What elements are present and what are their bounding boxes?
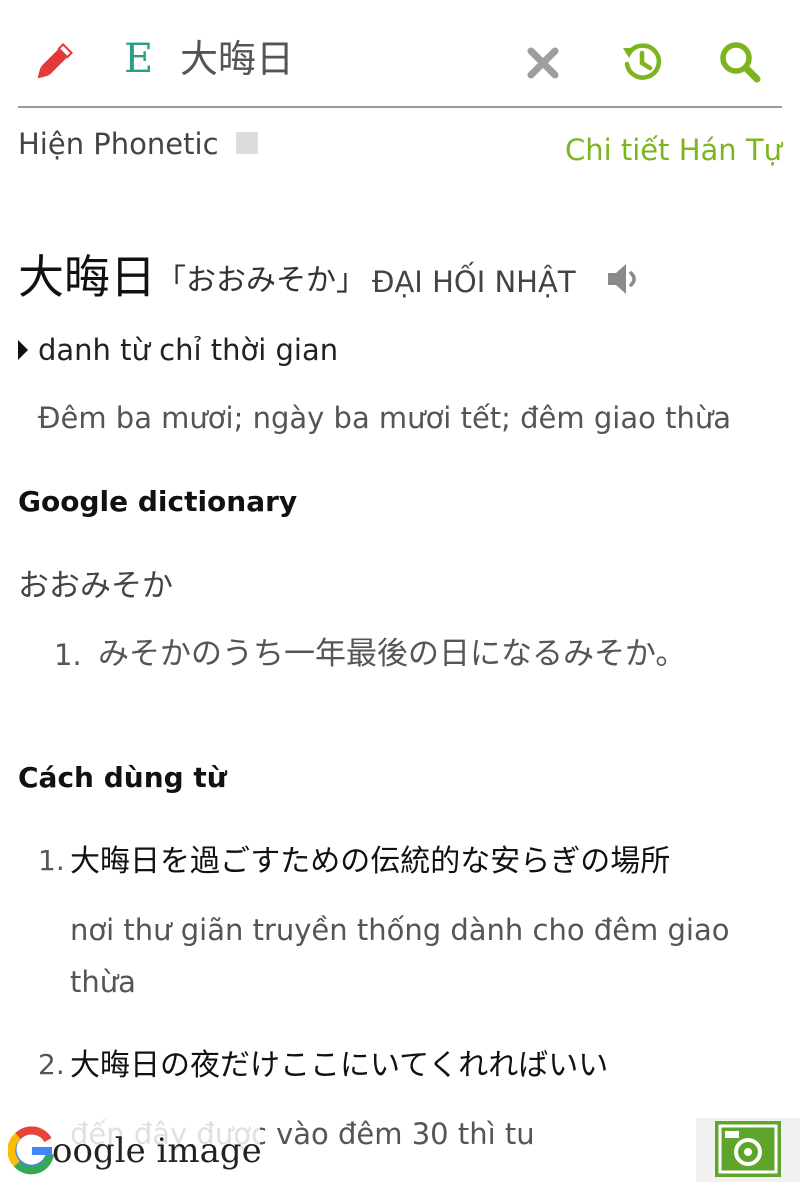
example-number: 1. (38, 844, 65, 877)
search-input[interactable]: 大晦日 (180, 34, 294, 84)
google-dictionary-reading: おおみそか (18, 568, 173, 604)
google-image-label[interactable]: oogle image (52, 1128, 262, 1174)
phonetic-checkbox[interactable] (236, 132, 258, 154)
example-number: 2. (38, 1048, 65, 1081)
clear-icon[interactable] (526, 46, 560, 80)
edit-pencil-icon[interactable] (34, 40, 78, 80)
phonetic-toggle-label: Hiện Phonetic (18, 127, 219, 161)
entry-reading: 「おおみそか」 (156, 263, 366, 298)
part-of-speech-arrow-icon (18, 340, 28, 360)
search-icon[interactable] (718, 40, 762, 84)
entry-han-viet: ĐẠI HỐI NHẬT (372, 265, 576, 299)
camera-icon[interactable] (714, 1120, 782, 1178)
entry-word: 大晦日 (18, 250, 156, 304)
google-dictionary-title: Google dictionary (18, 485, 298, 518)
entry-meaning: Đêm ba mươi; ngày ba mươi tết; đêm giao … (38, 401, 731, 435)
google-logo-icon (8, 1126, 54, 1175)
usage-title: Cách dùng từ (18, 761, 227, 794)
example-japanese: 大晦日を過ごすための伝統的な安らぎの場所 (70, 844, 671, 879)
han-detail-link[interactable]: Chi tiết Hán Tự (565, 130, 782, 170)
part-of-speech: danh từ chỉ thời gian (38, 333, 339, 367)
language-indicator[interactable]: E (124, 34, 153, 84)
search-bar-divider (18, 106, 782, 108)
definition-text: みそかのうち一年最後の日になるみそか。 (98, 636, 687, 672)
history-icon[interactable] (620, 40, 664, 84)
speaker-icon[interactable] (604, 260, 644, 298)
example-japanese: 大晦日の夜だけここにいてくれればいい (70, 1048, 609, 1083)
definition-number: 1. (54, 638, 82, 672)
example-translation: nơi thư giãn truyền thống dành cho đêm g… (70, 913, 730, 999)
